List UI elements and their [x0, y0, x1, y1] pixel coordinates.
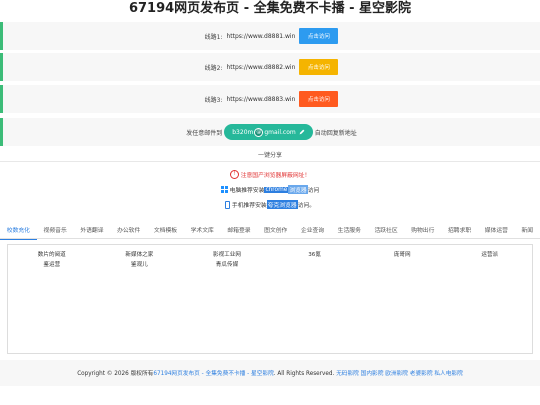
warning-notice: ! 注意国产浏览器屏蔽网址！: [0, 170, 540, 179]
line-url[interactable]: https://www.d8882.win: [226, 64, 295, 71]
notice-box: ! 注意国产浏览器屏蔽网址！ 电脑推荐安装 chrome 浏览器 访问 手机推荐安装夸…: [0, 162, 540, 218]
mail-address-button[interactable]: b320m @ gmail.com: [224, 124, 313, 140]
line-label: 线路3:: [204, 96, 223, 104]
site-link[interactable]: 新媒体之家: [96, 250, 184, 258]
tab-10[interactable]: 活跃社区: [368, 224, 405, 239]
mail-address-left: b320m: [232, 128, 254, 136]
pc-suffix: 访问: [307, 188, 320, 194]
site-link[interactable]: 鉴运营: [8, 260, 96, 268]
tab-9[interactable]: 生活服务: [331, 224, 368, 239]
tab-12[interactable]: 招聘求职: [441, 224, 478, 239]
site-link[interactable]: 36氪: [271, 250, 359, 258]
line-label: 线路2:: [204, 64, 223, 72]
site-link: [358, 260, 446, 268]
tab-11[interactable]: 购物出行: [404, 224, 441, 239]
footer-link[interactable]: 私人电影院: [434, 371, 462, 377]
tab-0[interactable]: 校数充化: [0, 224, 37, 240]
copyright-text: Copyright © 2026 版权所有: [77, 371, 154, 377]
site-link: [271, 260, 359, 268]
share-label[interactable]: 一键分享: [0, 150, 540, 159]
site-link[interactable]: 青瓜传媒: [183, 260, 271, 268]
tab-2[interactable]: 外语翻译: [74, 224, 111, 239]
tab-1[interactable]: 视频音乐: [37, 224, 74, 239]
tab-3[interactable]: 办公软件: [110, 224, 147, 239]
tab-6[interactable]: 邮箱登录: [221, 224, 258, 239]
link-row: 数片的阅道 新媒体之家 影视工业网 36氪 庞哥网 运营派: [8, 250, 534, 258]
tab-7[interactable]: 图文创作: [257, 224, 294, 239]
at-icon: @: [254, 127, 264, 137]
tab-5[interactable]: 学术文库: [184, 224, 221, 239]
windows-icon: [220, 186, 228, 193]
site-link[interactable]: 庞哥网: [358, 250, 446, 258]
mobile-prefix: 手机推荐安装: [231, 203, 267, 209]
link-row: 鉴运营 鉴观儿 青瓜传媒: [8, 260, 534, 268]
line-label: 线路1:: [204, 33, 223, 41]
tab-14[interactable]: 新闻: [515, 224, 540, 239]
line-row-2: 线路2: https://www.d8882.win 点击访问: [0, 53, 540, 81]
visit-button-3[interactable]: 点击访问: [299, 91, 339, 107]
pc-prefix: 电脑推荐安装: [229, 188, 265, 194]
browser-link[interactable]: 浏览器: [288, 185, 308, 194]
site-link: [446, 260, 534, 268]
footer-site-link[interactable]: 67194网页发布页 - 全集免费不卡播 - 星空影院: [153, 371, 273, 377]
site-link[interactable]: 影视工业网: [183, 250, 271, 258]
line-row-1: 线路1: https://www.d8881.win 点击访问: [0, 22, 540, 50]
tab-4[interactable]: 文档模板: [147, 224, 184, 239]
mobile-notice: 手机推荐安装 夸克浏览器 访问。: [0, 200, 540, 209]
line-url[interactable]: https://www.d8883.win: [226, 96, 295, 103]
tab-13[interactable]: 媒体运营: [478, 224, 515, 239]
site-link[interactable]: 鉴观儿: [96, 260, 184, 268]
site-link[interactable]: 数片的阅道: [8, 250, 96, 258]
mail-address-right: gmail.com: [264, 128, 296, 136]
tab-8[interactable]: 企业查询: [294, 224, 331, 239]
mail-row: 发任意邮件到 b320m @ gmail.com 自动回复新地址: [0, 118, 540, 146]
footer-link[interactable]: 国内影院: [361, 371, 384, 377]
warning-icon: !: [229, 170, 239, 179]
rights-text: . All Rights Reserved.: [273, 371, 335, 377]
line-url[interactable]: https://www.d8881.win: [226, 33, 295, 40]
quark-link[interactable]: 夸克浏览器: [266, 200, 298, 209]
footer-link[interactable]: 无码影院: [336, 371, 359, 377]
visit-button-1[interactable]: 点击访问: [299, 28, 339, 44]
link-panel: 数片的阅道 新媒体之家 影视工业网 36氪 庞哥网 运营派 鉴运营 鉴观儿 青瓜传媒: [7, 244, 533, 354]
footer-link[interactable]: 老婆影院: [410, 371, 433, 377]
site-link[interactable]: 运营派: [446, 250, 534, 258]
pc-notice: 电脑推荐安装 chrome 浏览器 访问: [0, 185, 540, 194]
phone-icon: [224, 200, 230, 209]
mail-prefix: 发任意邮件到: [186, 129, 223, 137]
pencil-icon: [299, 129, 305, 135]
visit-button-2[interactable]: 点击访问: [299, 59, 339, 75]
line-row-3: 线路3: https://www.d8883.win 点击访问: [0, 85, 540, 113]
footer: Copyright © 2026 版权所有67194网页发布页 - 全集免费不卡…: [0, 368, 540, 377]
warning-text: 注意国产浏览器屏蔽网址！: [240, 173, 311, 179]
mobile-suffix: 访问。: [297, 203, 316, 209]
category-tabs: 校数充化 视频音乐 外语翻译 办公软件 文档模板 学术文库 邮箱登录 图文创作 企业查询 生活服务…: [0, 224, 540, 240]
footer-link[interactable]: 欧洲影院: [385, 371, 408, 377]
mail-suffix: 自动回复新地址: [314, 129, 357, 137]
chrome-link[interactable]: chrome: [264, 186, 289, 193]
page-title: 67194网页发布页 - 全集免费不卡播 - 星空影院: [128, 1, 412, 16]
